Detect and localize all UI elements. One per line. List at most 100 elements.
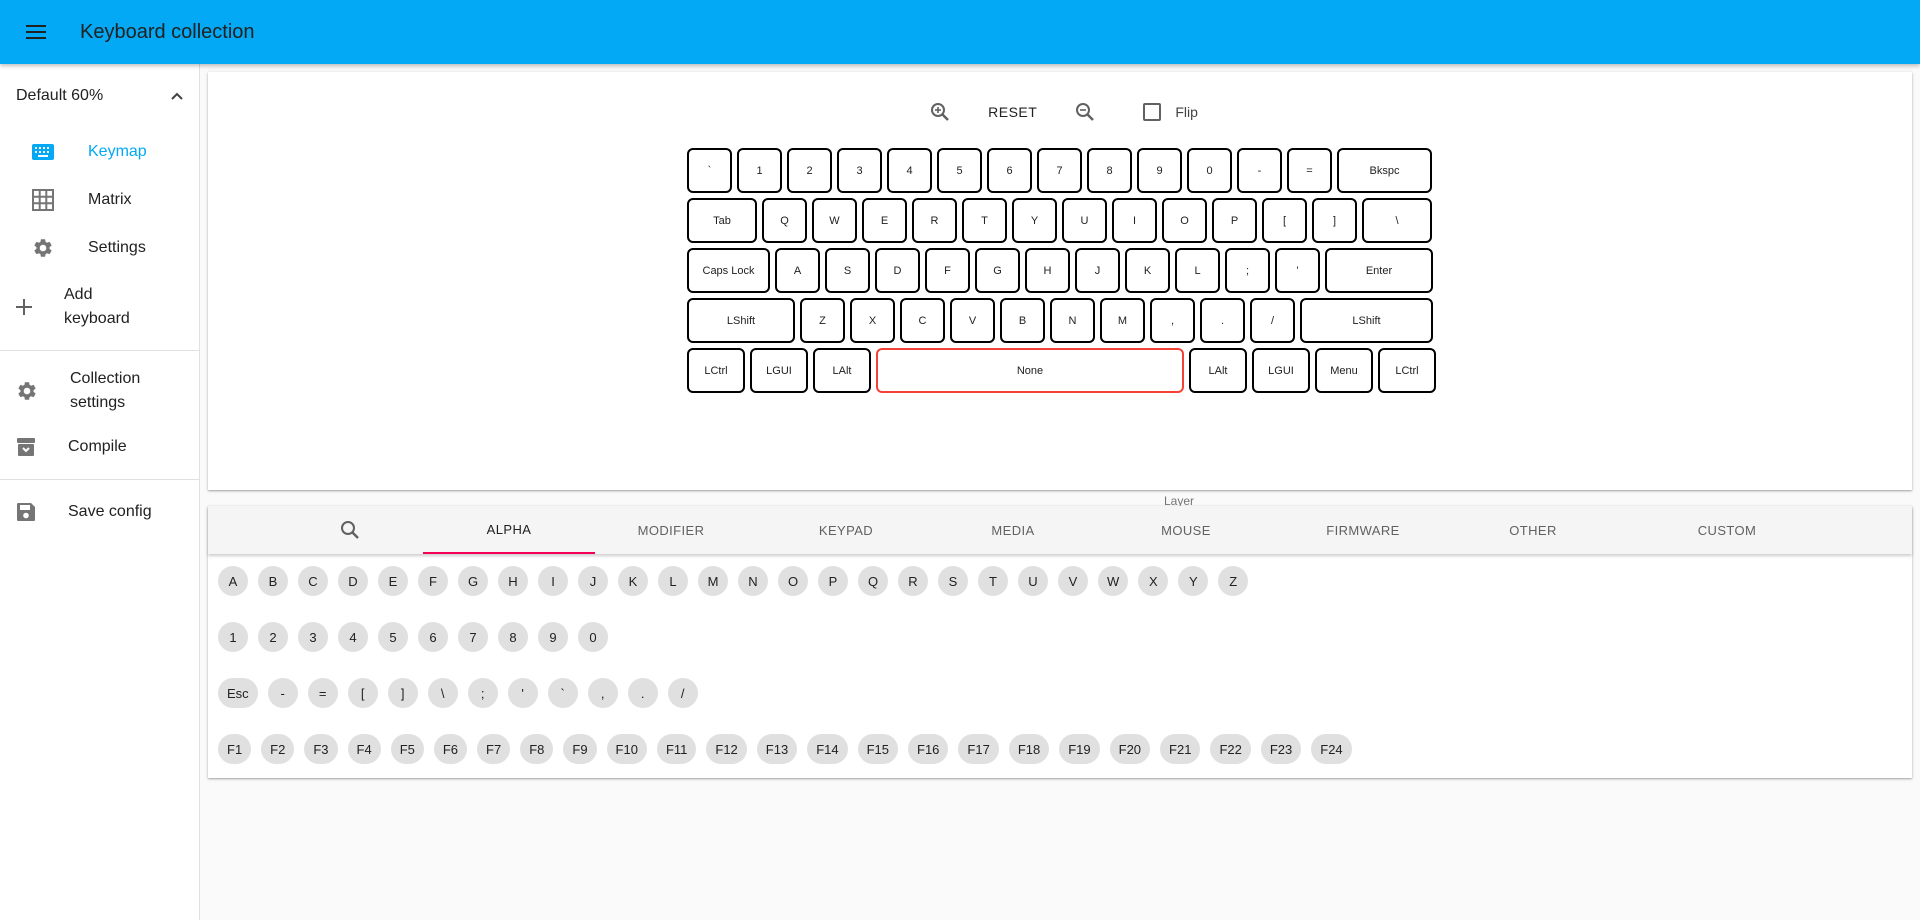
key[interactable]: LAlt [813,348,871,393]
key[interactable]: 2 [787,148,832,193]
key[interactable]: T [962,198,1007,243]
key[interactable]: Caps Lock [687,248,770,293]
key-chip[interactable]: F12 [706,734,747,764]
key[interactable]: E [862,198,907,243]
tab-mouse[interactable]: MOUSE [1116,506,1256,554]
key-chip[interactable]: 2 [258,622,288,652]
key-chip[interactable]: H [498,566,528,596]
key[interactable]: M [1100,298,1145,343]
key[interactable]: X [850,298,895,343]
key-chip[interactable]: P [818,566,848,596]
key-chip[interactable]: Esc [218,678,258,708]
sidebar-item-matrix[interactable]: Matrix [0,176,199,224]
key[interactable]: I [1112,198,1157,243]
key[interactable]: Bkspc [1337,148,1432,193]
key[interactable]: LCtrl [687,348,745,393]
tab-keypad[interactable]: KEYPAD [776,506,916,554]
key-chip[interactable]: 0 [578,622,608,652]
key-chip[interactable]: T [978,566,1008,596]
key-chip[interactable]: U [1018,566,1048,596]
key-chip[interactable]: F7 [477,734,511,764]
key-chip[interactable]: , [587,678,618,708]
zoom-out-button[interactable] [1067,94,1103,130]
key[interactable]: [ [1262,198,1307,243]
tab-search[interactable] [316,506,384,554]
zoom-in-button[interactable] [922,94,958,130]
key[interactable]: G [975,248,1020,293]
key[interactable]: Y [1012,198,1057,243]
collection-settings-button[interactable]: Collection settings [0,359,199,423]
key[interactable]: - [1237,148,1282,193]
key[interactable]: . [1200,298,1245,343]
key[interactable]: W [812,198,857,243]
key[interactable]: H [1025,248,1070,293]
key-chip[interactable]: Y [1178,566,1209,596]
key[interactable]: 3 [837,148,882,193]
compile-button[interactable]: Compile [0,423,199,471]
key[interactable]: 6 [987,148,1032,193]
key-chip[interactable]: . [627,678,658,708]
key[interactable]: = [1287,148,1332,193]
key-chip[interactable]: D [338,566,368,596]
key[interactable]: LShift [1300,298,1433,343]
key-chip[interactable]: F16 [908,734,949,764]
key-chip[interactable]: F24 [1311,734,1352,764]
key-chip[interactable]: - [267,678,298,708]
key-chip[interactable]: X [1138,566,1169,596]
key-chip[interactable]: V [1058,566,1088,596]
key[interactable]: 0 [1187,148,1232,193]
key-chip[interactable]: N [738,566,768,596]
key-chip[interactable]: F14 [807,734,848,764]
key-chip[interactable]: ' [507,678,538,708]
key[interactable]: LShift [687,298,795,343]
key-chip[interactable]: F [418,566,448,596]
key[interactable]: Z [800,298,845,343]
key[interactable]: / [1250,298,1295,343]
key-chip[interactable]: W [1098,566,1129,596]
key-chip[interactable]: 6 [418,622,448,652]
tab-modifier[interactable]: MODIFIER [596,506,746,554]
key-chip[interactable]: E [378,566,408,596]
keyboard-selector[interactable]: Default 60% [0,64,199,128]
key-chip[interactable]: 9 [538,622,568,652]
key-chip[interactable]: B [258,566,288,596]
key[interactable]: P [1212,198,1257,243]
key-chip[interactable]: C [298,566,328,596]
key-chip[interactable]: F20 [1109,734,1151,764]
sidebar-item-keymap[interactable]: Keymap [0,128,199,176]
key-chip[interactable]: K [618,566,648,596]
flip-checkbox[interactable] [1143,103,1162,121]
key[interactable]: 4 [887,148,932,193]
key-chip[interactable]: R [898,566,928,596]
key[interactable]: 8 [1087,148,1132,193]
key[interactable]: , [1150,298,1195,343]
key-chip[interactable]: ] [387,678,418,708]
key[interactable]: Menu [1315,348,1373,393]
key-chip[interactable]: 4 [338,622,368,652]
key[interactable]: B [1000,298,1045,343]
key-chip[interactable]: F23 [1260,734,1302,764]
key-chip[interactable]: F22 [1210,734,1251,764]
key-chip[interactable]: F4 [347,734,381,764]
key-chip[interactable]: 8 [498,622,528,652]
key-chip[interactable]: F8 [520,734,554,764]
tab-firmware[interactable]: FIRMWARE [1288,506,1438,554]
key[interactable]: S [825,248,870,293]
key[interactable]: F [925,248,970,293]
key[interactable]: K [1125,248,1170,293]
key-chip[interactable]: F17 [958,734,999,764]
key-chip[interactable]: Z [1218,566,1249,596]
key-chip[interactable]: F2 [261,734,295,764]
key[interactable]: \ [1362,198,1432,243]
key[interactable]: ' [1275,248,1320,293]
key[interactable]: R [912,198,957,243]
key-chip[interactable]: F21 [1160,734,1201,764]
key[interactable]: U [1062,198,1107,243]
tab-other[interactable]: OTHER [1468,506,1598,554]
key-chip[interactable]: 1 [218,622,248,652]
key[interactable]: 7 [1037,148,1082,193]
key[interactable]: ; [1225,248,1270,293]
key-chip[interactable]: M [698,566,728,596]
key-chip[interactable]: F9 [563,734,597,764]
add-keyboard-button[interactable]: Add keyboard [0,272,199,342]
